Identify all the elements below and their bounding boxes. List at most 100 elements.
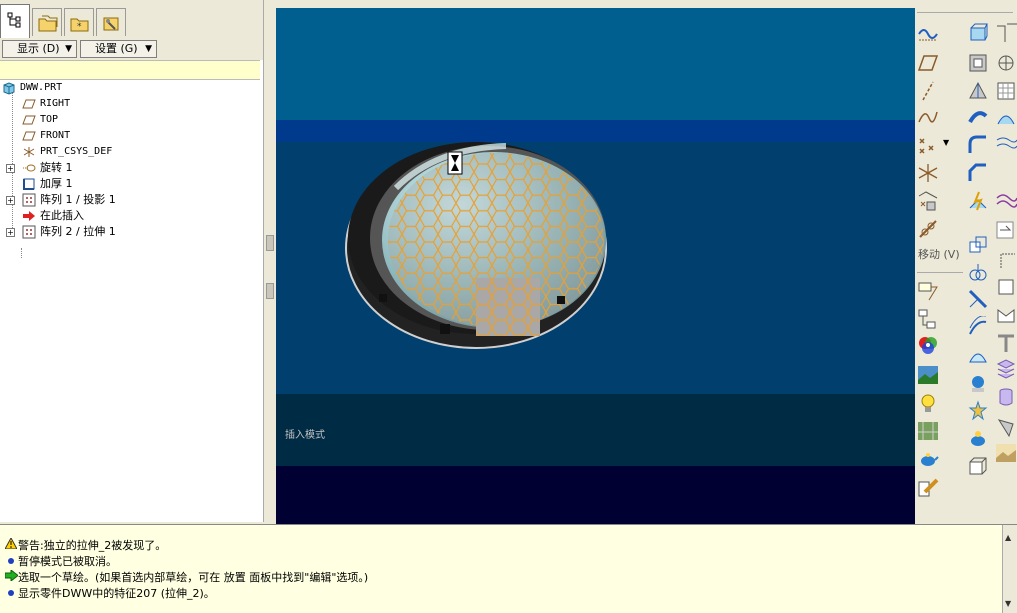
render-teapot-icon[interactable] [917, 448, 939, 470]
spotlight-icon[interactable] [995, 416, 1017, 438]
landscape-icon[interactable] [995, 442, 1017, 464]
message-text: 显示零件DWW中的特征207 (拉伸_2)。 [18, 587, 215, 600]
tab-model-tree[interactable] [0, 4, 30, 38]
merge-icon[interactable] [967, 262, 989, 284]
message-line: 选取一个草绘。(如果首选内部草绘，可在 放置 面板中找到"编辑"选项。) [4, 568, 369, 586]
message-scrollbar[interactable]: ▲ ▼ [1002, 525, 1017, 613]
collapse-left-handle[interactable] [266, 283, 274, 299]
cylinder-stack-icon[interactable] [995, 386, 1017, 408]
annotation-icon[interactable] [917, 280, 939, 302]
offset-icon[interactable] [967, 316, 989, 338]
svg-text:*: * [77, 22, 82, 32]
tab-favorites[interactable]: * [64, 8, 94, 36]
settings-menu-label: 设置 (G) [95, 42, 138, 55]
blend-icon[interactable] [995, 106, 1017, 128]
model-tree-icon [7, 12, 21, 28]
datum-point-icon[interactable] [917, 134, 939, 156]
datum-curve-icon[interactable] [917, 106, 939, 128]
solidify-icon[interactable] [967, 372, 989, 394]
part-icon [3, 82, 15, 95]
chevron-down-icon: ▼ [145, 44, 152, 54]
hourglass-cursor-icon [447, 151, 463, 175]
datum-analysis-icon[interactable] [917, 190, 939, 212]
scroll-up-icon[interactable]: ▲ [1005, 533, 1011, 542]
tree-item-label: 阵列 1 / 投影 1 [40, 193, 116, 206]
datum-display-icon[interactable] [917, 22, 939, 44]
favorites-folder-icon: * [70, 18, 89, 32]
tree-item-label: TOP [40, 114, 59, 125]
model-canvas[interactable] [276, 8, 915, 524]
expand-toggle[interactable]: + [6, 228, 15, 237]
message-text: 选取一个草绘。(如果首选内部草绘，可在 放置 面板中找到"编辑"选项。) [18, 571, 369, 584]
color-appearance-icon[interactable] [917, 334, 939, 356]
fill-icon[interactable] [967, 344, 989, 366]
chevron-down-icon: ▼ [65, 44, 72, 54]
frame-icon[interactable] [995, 276, 1017, 298]
t-beam-icon[interactable] [995, 332, 1017, 354]
warp-icon[interactable] [995, 190, 1017, 212]
collapse-left-handle[interactable] [266, 235, 274, 251]
spring-icon[interactable] [995, 134, 1017, 156]
message-line: 显示零件DWW中的特征207 (拉伸_2)。 [4, 586, 215, 602]
display-menu-button[interactable]: 显示 (D) ▼ [2, 40, 77, 58]
model-tree-toolbar: 显示 (D) ▼ 设置 (G) ▼ [0, 38, 263, 60]
move-tool-icon[interactable] [917, 218, 939, 240]
edit-pencil-icon[interactable] [917, 476, 939, 498]
round-icon[interactable] [967, 134, 989, 156]
datum-axis-icon[interactable] [917, 80, 939, 102]
coordinate-system-icon [23, 147, 35, 157]
tree-filter-bar[interactable] [0, 60, 260, 80]
edge-cut-icon[interactable] [995, 22, 1017, 44]
info-bullet-icon [4, 586, 18, 602]
tab-connections[interactable] [96, 8, 126, 36]
scene-icon[interactable] [917, 364, 939, 386]
grid-pattern-icon[interactable] [995, 80, 1017, 102]
tree-item-label: RIGHT [40, 98, 71, 109]
arrow-right-icon[interactable] [995, 220, 1017, 242]
revolve-icon [23, 164, 36, 172]
tree-item-label: 加厚 1 [40, 177, 73, 190]
extrude-icon[interactable] [967, 22, 989, 44]
message-line: 警告:独立的拉伸_2被发现了。 [4, 536, 167, 554]
navigator-tabs: * [0, 0, 263, 39]
datum-plane-icon [22, 131, 36, 141]
view-cube-icon[interactable] [967, 456, 989, 478]
sweep-icon[interactable] [967, 106, 989, 128]
chevron-down-icon[interactable]: ▼ [943, 138, 949, 147]
message-text: 警告:独立的拉伸_2被发现了。 [18, 539, 167, 552]
folder-browser-icon [38, 15, 58, 32]
settings-menu-button[interactable]: 设置 (G) ▼ [80, 40, 157, 58]
draft-icon[interactable] [967, 80, 989, 102]
viewport-sky [276, 8, 915, 120]
layer-stack-icon[interactable] [995, 358, 1017, 380]
corner-icon[interactable] [995, 248, 1017, 270]
trim-icon[interactable] [967, 288, 989, 310]
expand-toggle[interactable]: + [6, 196, 15, 205]
hierarchy-icon[interactable] [917, 308, 939, 330]
message-line: 暂停模式已被取消。 [4, 554, 117, 570]
info-bullet-icon [4, 554, 18, 570]
datum-plane-tool-icon[interactable] [917, 52, 939, 74]
chamfer-icon[interactable] [967, 162, 989, 184]
right-feature-toolbar: ▼ 移动 (V) [915, 8, 1017, 524]
viewport-bottom [276, 466, 915, 524]
shell-icon[interactable] [967, 52, 989, 74]
display-menu-label: 显示 (D) [17, 42, 60, 55]
expand-toggle[interactable]: + [6, 164, 15, 173]
move-label[interactable]: 移动 (V) [918, 246, 960, 262]
rib-icon[interactable] [967, 190, 989, 212]
message-area: 警告:独立的拉伸_2被发现了。 暂停模式已被取消。 选取一个草绘。(如果首选内部… [0, 524, 1017, 613]
photo-render-icon[interactable] [967, 428, 989, 450]
light-bulb-icon[interactable] [917, 392, 939, 414]
datum-csys-icon[interactable] [917, 162, 939, 184]
hole-icon[interactable] [995, 52, 1017, 74]
room-editor-icon[interactable] [917, 420, 939, 442]
copy-icon[interactable] [967, 234, 989, 256]
render-setup-icon[interactable] [967, 400, 989, 422]
scroll-down-icon[interactable]: ▼ [1005, 599, 1011, 608]
tree-item-label: PRT_CSYS_DEF [40, 146, 113, 157]
open-box-icon[interactable] [995, 304, 1017, 326]
graphics-viewport[interactable]: 插入模式 [276, 8, 915, 524]
tab-folder-browser[interactable] [32, 8, 62, 36]
panel-sash[interactable] [263, 0, 276, 522]
